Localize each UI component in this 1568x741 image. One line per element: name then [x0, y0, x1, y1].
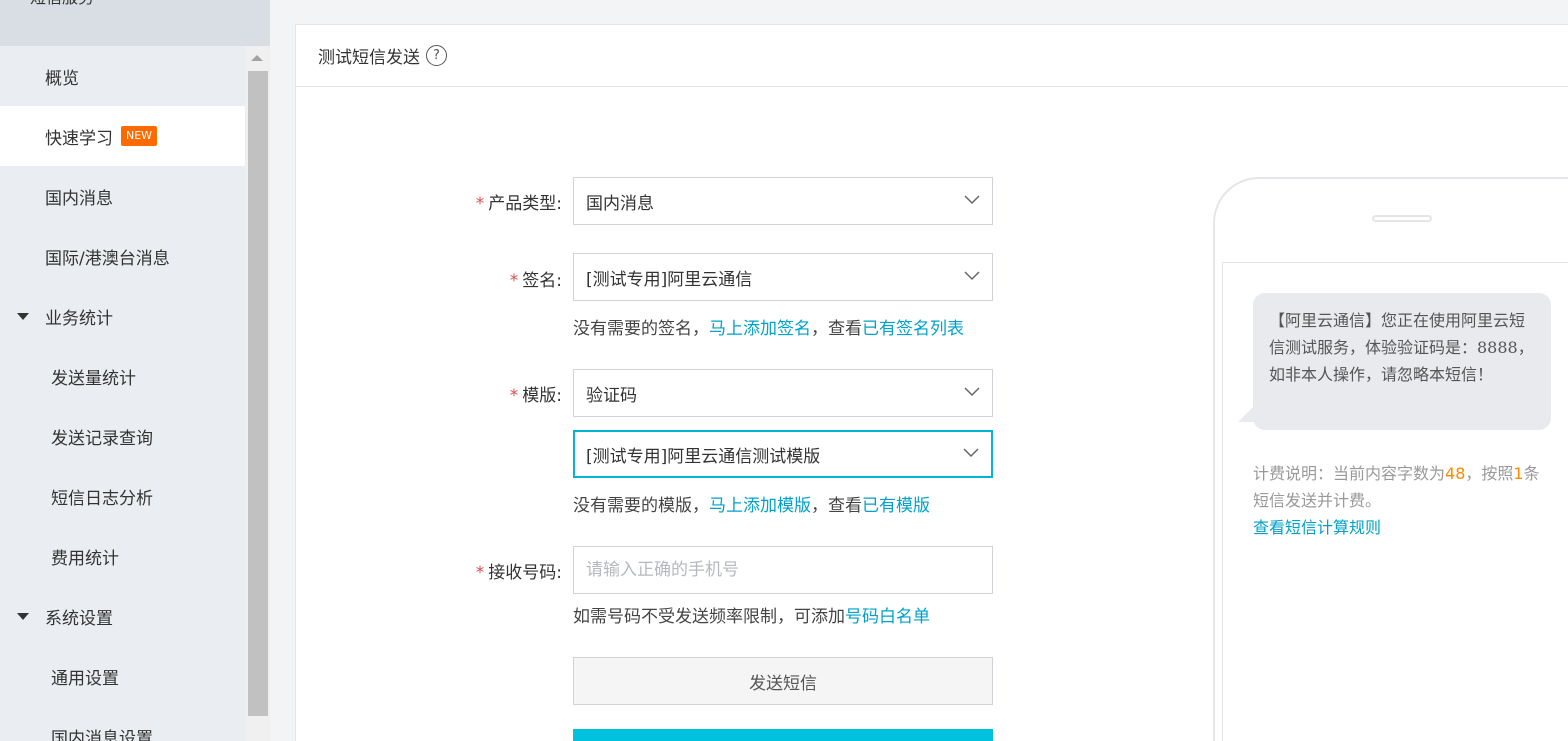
required-mark: * [475, 194, 485, 214]
sidebar-item-label: 发送量统计 [51, 368, 136, 389]
phone-hint: 如需号码不受发送频率限制，可添加号码白名单 [573, 607, 930, 627]
sidebar-header: 短信服务 [0, 0, 270, 46]
sidebar-item-international[interactable]: 国际/港澳台消息 [0, 226, 245, 286]
chevron-down-icon [964, 387, 980, 397]
help-icon[interactable]: ? [426, 45, 447, 66]
add-signature-link[interactable]: 马上添加签名 [709, 319, 811, 339]
phone-number-input[interactable] [573, 546, 993, 594]
char-count: 48 [1445, 464, 1466, 483]
sidebar-item-label: 国际/港澳台消息 [45, 248, 170, 269]
sidebar-scrollbar-thumb[interactable] [248, 71, 268, 716]
chevron-down-icon [964, 195, 980, 205]
new-badge: NEW [121, 126, 158, 146]
send-sms-button[interactable]: 发送短信 [573, 657, 993, 705]
billing-rules-link[interactable]: 查看短信计算规则 [1253, 518, 1381, 537]
template-value: [测试专用]阿里云通信测试模版 [586, 446, 821, 467]
caret-down-icon [17, 313, 29, 320]
sidebar-item-domestic[interactable]: 国内消息 [0, 166, 245, 226]
sidebar-item-log-analysis[interactable]: 短信日志分析 [0, 466, 245, 526]
sidebar-item-overview[interactable]: 概览 [0, 46, 245, 106]
required-mark: * [509, 386, 519, 406]
signature-value: [测试专用]阿里云通信 [586, 269, 753, 290]
sidebar-item-label: 费用统计 [51, 548, 119, 569]
sidebar-header-title: 短信服务 [30, 0, 94, 8]
signature-list-link[interactable]: 已有签名列表 [862, 319, 964, 339]
scroll-up-arrow-icon[interactable] [251, 55, 263, 61]
chevron-down-icon [964, 271, 980, 281]
add-template-link[interactable]: 马上添加模版 [709, 496, 811, 516]
billing-info: 计费说明：当前内容字数为48，按照1条短信发送并计费。 查看短信计算规则 [1253, 464, 1540, 537]
primary-action-button[interactable] [573, 729, 993, 741]
card-header: 测试短信发送 ? [296, 25, 1568, 87]
sidebar-group-business-stats[interactable]: 业务统计 [0, 286, 245, 346]
sidebar-item-cost-stats[interactable]: 费用统计 [0, 526, 245, 586]
caret-down-icon [17, 613, 29, 620]
sidebar-item-send-volume[interactable]: 发送量统计 [0, 346, 245, 406]
phone-speaker [1372, 215, 1432, 222]
template-select[interactable]: [测试专用]阿里云通信测试模版 [573, 430, 993, 478]
sidebar-group-system-settings[interactable]: 系统设置 [0, 586, 245, 646]
sidebar-group-label: 业务统计 [45, 308, 113, 329]
template-list-link[interactable]: 已有模版 [862, 496, 930, 516]
sidebar-item-quick-learn[interactable]: 快速学习 NEW [0, 106, 245, 166]
sidebar-item-label: 发送记录查询 [51, 428, 153, 449]
template-type-select[interactable]: 验证码 [573, 369, 993, 417]
sidebar-item-label: 通用设置 [51, 668, 119, 689]
required-mark: * [509, 271, 519, 291]
signature-label: * 签名: [509, 271, 562, 291]
required-mark: * [475, 563, 485, 583]
sidebar-item-label: 短信日志分析 [51, 488, 153, 509]
sidebar-item-label: 概览 [45, 68, 79, 89]
sidebar-item-label: 国内消息 [45, 188, 113, 209]
chevron-down-icon [963, 448, 979, 458]
product-type-select[interactable]: 国内消息 [573, 177, 993, 225]
sidebar: 短信服务 概览 快速学习 NEW 国内消息 国际/港澳台消息 业务统计 发送量统… [0, 0, 270, 741]
template-type-value: 验证码 [586, 385, 637, 406]
template-label: * 模版: [509, 386, 562, 406]
whitelist-link[interactable]: 号码白名单 [845, 607, 930, 627]
page-title: 测试短信发送 [318, 48, 420, 68]
product-type-value: 国内消息 [586, 193, 654, 214]
signature-select[interactable]: [测试专用]阿里云通信 [573, 253, 993, 301]
phone-label: * 接收号码: [475, 563, 562, 583]
sidebar-item-general-settings[interactable]: 通用设置 [0, 646, 245, 706]
sidebar-item-domestic-settings[interactable]: 国内消息设置 [0, 706, 245, 741]
signature-hint: 没有需要的签名，马上添加签名，查看已有签名列表 [573, 319, 964, 339]
sms-preview-bubble: 【阿里云通信】您正在使用阿里云短信测试服务，体验验证码是：8888，如非本人操作… [1253, 293, 1551, 430]
sidebar-item-label: 国内消息设置 [51, 728, 153, 741]
sms-count: 1 [1513, 464, 1524, 483]
sidebar-item-label: 快速学习 [45, 128, 113, 149]
product-type-label: * 产品类型: [475, 194, 562, 214]
sidebar-item-send-records[interactable]: 发送记录查询 [0, 406, 245, 466]
template-hint: 没有需要的模版，马上添加模版，查看已有模版 [573, 496, 930, 516]
sidebar-group-label: 系统设置 [45, 608, 113, 629]
